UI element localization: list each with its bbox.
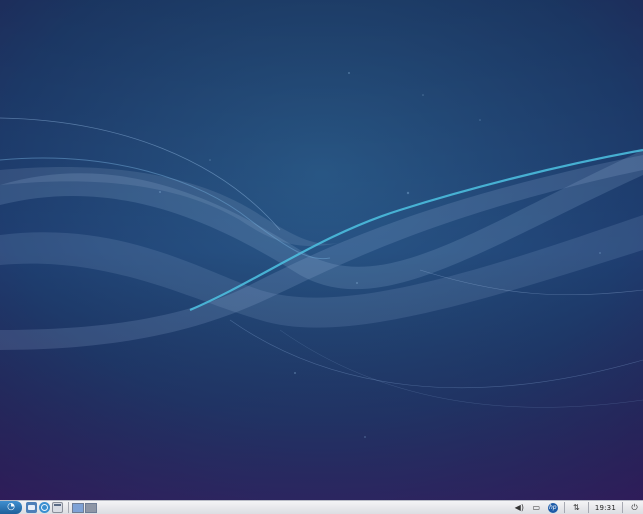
- system-tray: ◀) ▭ hp ⇅ 19:31 ⏻: [511, 501, 643, 514]
- tray-separator: [622, 502, 623, 513]
- hp-icon[interactable]: hp: [547, 502, 558, 513]
- tray-separator: [563, 502, 565, 513]
- folder-icon: [28, 505, 35, 510]
- taskbar-panel: ◔ ◀) ▭ hp ⇅ 19:31 ⏻: [0, 500, 643, 514]
- file-manager-launcher[interactable]: [26, 502, 37, 513]
- taskbar-separator: [68, 502, 69, 513]
- wallpaper-graphic: [0, 0, 643, 500]
- desktop-pager-2[interactable]: [85, 502, 97, 513]
- globe-icon: [41, 504, 48, 511]
- tray-separator: [587, 502, 589, 513]
- lubuntu-logo-icon: ◔: [7, 502, 15, 512]
- clock[interactable]: 19:31: [595, 504, 616, 512]
- power-icon[interactable]: ⏻: [629, 502, 640, 513]
- terminal-launcher[interactable]: [52, 502, 63, 513]
- main-menu-button[interactable]: ◔: [0, 501, 22, 514]
- desktop-pager-1[interactable]: [72, 502, 84, 513]
- volume-icon[interactable]: ◀): [514, 502, 525, 513]
- desktop-wallpaper: [0, 0, 643, 500]
- window-icon: [54, 504, 61, 506]
- update-icon[interactable]: ⇅: [571, 502, 582, 513]
- browser-launcher[interactable]: [39, 502, 50, 513]
- network-icon[interactable]: ▭: [531, 502, 542, 513]
